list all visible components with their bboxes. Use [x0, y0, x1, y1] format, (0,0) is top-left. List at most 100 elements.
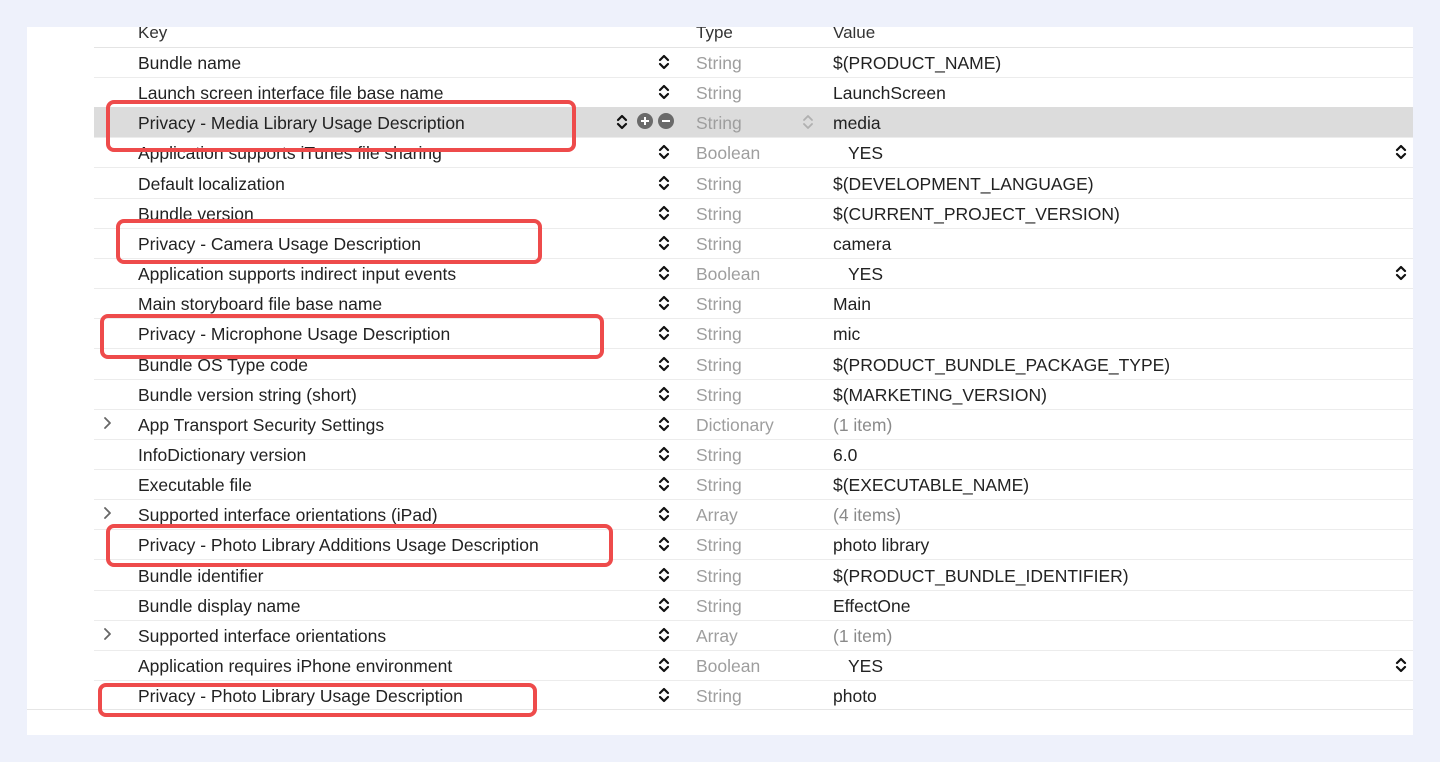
row-value[interactable]: photo library: [833, 535, 929, 555]
row-type[interactable]: Boolean: [696, 143, 760, 163]
row-key[interactable]: Privacy - Photo Library Usage Descriptio…: [138, 686, 463, 706]
header-type[interactable]: Type: [696, 27, 733, 43]
table-row[interactable]: Application requires iPhone environment B…: [94, 650, 1413, 681]
table-row[interactable]: Privacy - Camera Usage Description String…: [94, 228, 1413, 259]
row-value[interactable]: $(PRODUCT_BUNDLE_IDENTIFIER): [833, 566, 1129, 586]
row-type[interactable]: String: [696, 535, 742, 555]
row-type[interactable]: String: [696, 53, 742, 73]
up-down-stepper-icon[interactable]: [657, 263, 671, 283]
row-key[interactable]: Default localization: [138, 174, 285, 194]
row-type[interactable]: String: [696, 596, 742, 616]
up-down-stepper-icon[interactable]: [657, 685, 671, 705]
table-row[interactable]: Privacy - Microphone Usage Description St…: [94, 318, 1413, 350]
table-row[interactable]: App Transport Security Settings Dictionar…: [94, 409, 1413, 440]
row-key[interactable]: Main storyboard file base name: [138, 294, 382, 314]
row-type[interactable]: String: [696, 686, 742, 706]
up-down-stepper-icon[interactable]: [657, 203, 671, 223]
minus-circle-icon[interactable]: [657, 112, 675, 130]
row-key[interactable]: Bundle name: [138, 53, 241, 73]
row-type[interactable]: String: [696, 355, 742, 375]
table-row[interactable]: Bundle version string (short) String $(MAR…: [94, 379, 1413, 410]
type-stepper-icon[interactable]: [801, 112, 815, 132]
up-down-stepper-icon[interactable]: [657, 565, 671, 585]
table-row[interactable]: Default localization String $(DEVELOPMENT_…: [94, 168, 1413, 199]
row-value[interactable]: (1 item): [833, 626, 892, 646]
row-type[interactable]: Dictionary: [696, 415, 774, 435]
table-row[interactable]: InfoDictionary version String 6.0: [94, 439, 1413, 470]
up-down-stepper-icon[interactable]: [657, 142, 671, 162]
row-type[interactable]: String: [696, 475, 742, 495]
row-key[interactable]: Bundle version string (short): [138, 385, 357, 405]
row-value[interactable]: 6.0: [833, 445, 857, 465]
header-value[interactable]: Value: [833, 27, 875, 43]
up-down-stepper-icon[interactable]: [657, 414, 671, 434]
table-row[interactable]: Main storyboard file base name String Main: [94, 288, 1413, 320]
row-value[interactable]: YES: [848, 143, 883, 163]
row-key[interactable]: Supported interface orientations: [138, 626, 386, 646]
plus-circle-icon[interactable]: [636, 112, 654, 130]
row-value[interactable]: $(EXECUTABLE_NAME): [833, 475, 1029, 495]
table-row[interactable]: Privacy - Media Library Usage Descriptio…: [94, 107, 1413, 139]
row-type[interactable]: Boolean: [696, 264, 760, 284]
up-down-stepper-icon[interactable]: [657, 625, 671, 645]
up-down-stepper-icon[interactable]: [657, 474, 671, 494]
table-row[interactable]: Bundle version String $(CURRENT_PROJECT_VE…: [94, 198, 1413, 229]
table-row[interactable]: Supported interface orientations (iPad) A…: [94, 499, 1413, 531]
row-value[interactable]: media: [833, 113, 881, 133]
up-down-stepper-icon[interactable]: [615, 112, 633, 130]
row-value[interactable]: LaunchScreen: [833, 83, 946, 103]
up-down-stepper-icon[interactable]: [657, 655, 671, 675]
row-type[interactable]: Boolean: [696, 656, 760, 676]
header-key[interactable]: Key: [138, 27, 167, 43]
row-key[interactable]: Application requires iPhone environment: [138, 656, 452, 676]
up-down-stepper-icon[interactable]: [657, 233, 671, 253]
row-type[interactable]: String: [696, 174, 742, 194]
row-key[interactable]: Bundle OS Type code: [138, 355, 308, 375]
row-type[interactable]: String: [696, 324, 742, 344]
up-down-stepper-icon[interactable]: [657, 444, 671, 464]
up-down-stepper-icon[interactable]: [657, 293, 671, 313]
chevron-right-icon[interactable]: [102, 504, 114, 527]
up-down-stepper-icon[interactable]: [657, 173, 671, 193]
table-row[interactable]: Executable file String $(EXECUTABLE_NAME): [94, 469, 1413, 501]
value-stepper-icon[interactable]: [1394, 142, 1408, 162]
up-down-stepper-icon[interactable]: [657, 354, 671, 374]
up-down-stepper-icon[interactable]: [657, 595, 671, 615]
row-key[interactable]: Privacy - Microphone Usage Description: [138, 324, 450, 344]
row-key[interactable]: Privacy - Camera Usage Description: [138, 234, 421, 254]
row-key[interactable]: Bundle display name: [138, 596, 300, 616]
row-type[interactable]: String: [696, 566, 742, 586]
table-row[interactable]: Application supports indirect input even…: [94, 258, 1413, 290]
value-stepper-icon[interactable]: [1394, 263, 1408, 283]
row-value[interactable]: $(PRODUCT_NAME): [833, 53, 1001, 73]
row-value[interactable]: $(MARKETING_VERSION): [833, 385, 1047, 405]
row-type[interactable]: String: [696, 204, 742, 224]
table-row[interactable]: Privacy - Photo Library Additions Usage …: [94, 529, 1413, 561]
row-value[interactable]: $(PRODUCT_BUNDLE_PACKAGE_TYPE): [833, 355, 1170, 375]
table-row[interactable]: Application supports iTunes file sharing…: [94, 137, 1413, 169]
value-stepper-icon[interactable]: [1394, 655, 1408, 675]
row-key[interactable]: Privacy - Photo Library Additions Usage …: [138, 535, 539, 555]
up-down-stepper-icon[interactable]: [657, 323, 671, 343]
up-down-stepper-icon[interactable]: [657, 504, 671, 524]
up-down-stepper-icon[interactable]: [657, 52, 671, 72]
row-value[interactable]: photo: [833, 686, 877, 706]
row-type[interactable]: String: [696, 83, 742, 103]
table-row[interactable]: Bundle display name String EffectOne: [94, 590, 1413, 621]
row-key[interactable]: Bundle identifier: [138, 566, 264, 586]
table-row[interactable]: Bundle identifier String $(PRODUCT_BUNDLE_…: [94, 560, 1413, 591]
row-value[interactable]: Main: [833, 294, 871, 314]
row-key[interactable]: App Transport Security Settings: [138, 415, 384, 435]
table-row[interactable]: Bundle OS Type code String $(PRODUCT_BUNDL…: [94, 349, 1413, 380]
row-type[interactable]: String: [696, 234, 742, 254]
row-key[interactable]: Launch screen interface file base name: [138, 83, 443, 103]
table-row[interactable]: Bundle name String $(PRODUCT_NAME): [94, 47, 1413, 78]
row-key[interactable]: Bundle version: [138, 204, 254, 224]
row-value[interactable]: camera: [833, 234, 891, 254]
row-type[interactable]: String: [696, 385, 742, 405]
row-key[interactable]: Supported interface orientations (iPad): [138, 505, 438, 525]
row-value[interactable]: YES: [848, 264, 883, 284]
row-type[interactable]: String: [696, 445, 742, 465]
row-value[interactable]: EffectOne: [833, 596, 911, 616]
row-key[interactable]: InfoDictionary version: [138, 445, 306, 465]
